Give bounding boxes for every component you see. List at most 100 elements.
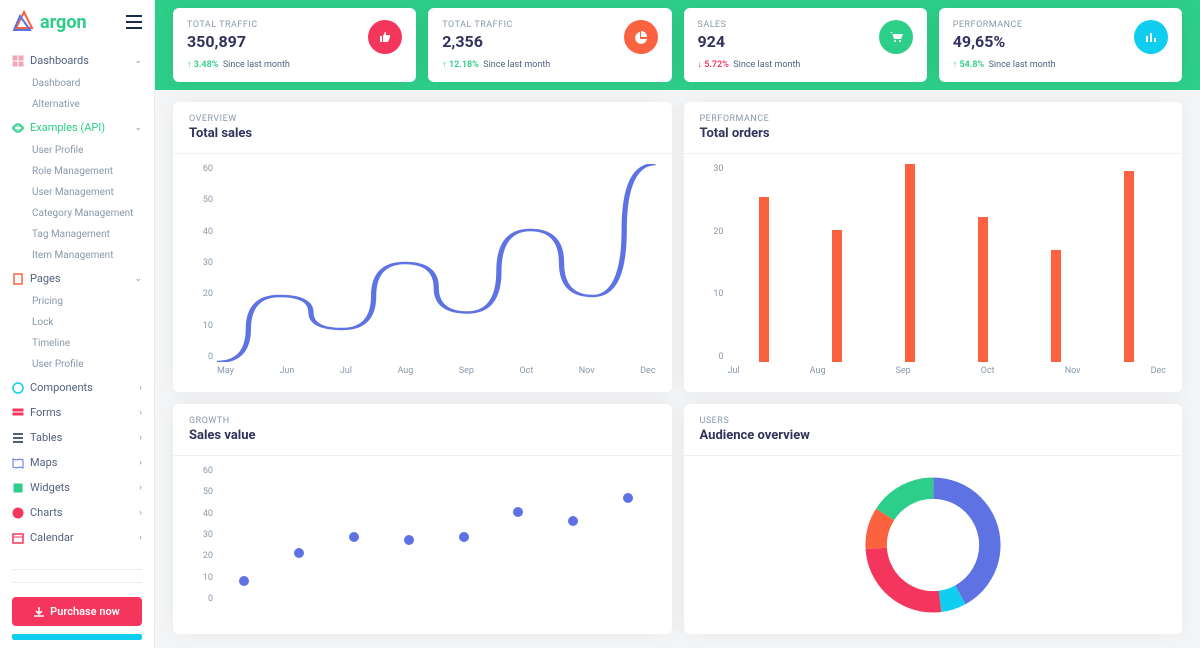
- nav-item-charts[interactable]: Charts›: [0, 500, 154, 525]
- card-header: GROWTH Sales value: [173, 404, 672, 456]
- card-header: USERS Audience overview: [684, 404, 1183, 456]
- x-tick: Oct: [519, 366, 533, 384]
- stat-title: PERFORMANCE: [953, 20, 1056, 30]
- nav-subitem[interactable]: Lock: [0, 312, 154, 333]
- nav-subitem[interactable]: Dashboard: [0, 73, 154, 94]
- stat-footer: ↑ 54.8% Since last month: [953, 59, 1056, 70]
- stat-title: SALES: [698, 20, 801, 30]
- nav-item-tables[interactable]: Tables ›: [0, 425, 154, 450]
- line-chart: 6050403020100 MayJunJulAugSepOctNovDec: [173, 154, 672, 392]
- scatter-dot: [623, 493, 633, 503]
- nav-item-maps[interactable]: Maps ›: [0, 450, 154, 475]
- nav-subitem[interactable]: User Management: [0, 182, 154, 203]
- stat-footer: ↑ 3.48% Since last month: [187, 59, 290, 70]
- nav-label: Maps: [30, 456, 133, 469]
- bars-icon: [1134, 20, 1168, 54]
- bar: [1124, 171, 1134, 362]
- nav-item-forms[interactable]: Forms ›: [0, 400, 154, 425]
- chevron-down-icon: ⌄: [134, 274, 142, 284]
- planet-icon: [12, 122, 24, 134]
- scatter-dot: [294, 548, 304, 558]
- nav-subitem[interactable]: Alternative: [0, 94, 154, 115]
- stat-pct: ↑ 3.48%: [187, 60, 218, 70]
- menu-toggle-icon[interactable]: [126, 15, 142, 29]
- bar: [978, 217, 988, 362]
- x-tick: Jul: [340, 366, 352, 384]
- chevron-right-icon: ›: [139, 458, 142, 468]
- nav-item-calendar[interactable]: Calendar›: [0, 525, 154, 550]
- forms-icon: [12, 407, 24, 419]
- nav-subitem[interactable]: Timeline: [0, 333, 154, 354]
- donut-slice: [876, 488, 990, 602]
- chevron-right-icon: ›: [139, 383, 142, 393]
- card-subtitle: PERFORMANCE: [700, 114, 1167, 124]
- stat-footer: ↓ 5.72% Since last month: [698, 59, 801, 70]
- sales-value-card: GROWTH Sales value 6050403020100: [173, 404, 672, 634]
- purchase-button[interactable]: Purchase now: [12, 597, 142, 626]
- chevron-right-icon: ›: [139, 533, 142, 543]
- y-tick: 10: [189, 573, 213, 583]
- card-subtitle: USERS: [700, 416, 1167, 426]
- nav-subitem[interactable]: Pricing: [0, 291, 154, 312]
- y-tick: 0: [189, 594, 213, 604]
- chevron-right-icon: ›: [139, 408, 142, 418]
- widgets-icon: [12, 482, 24, 494]
- nav-subitem[interactable]: Role Management: [0, 161, 154, 182]
- x-tick: Nov: [1065, 366, 1081, 384]
- nav-item-widgets[interactable]: Widgets ›: [0, 475, 154, 500]
- total-orders-card: PERFORMANCE Total orders 3020100 JulAugS…: [684, 102, 1183, 392]
- y-tick: 50: [189, 487, 213, 497]
- nav-subitem[interactable]: User Profile: [0, 140, 154, 161]
- scatter-dot: [349, 532, 359, 542]
- nav-label: Widgets: [30, 481, 133, 494]
- nav-item-dashboards[interactable]: Dashboards⌄: [0, 48, 154, 73]
- chevron-right-icon: ›: [139, 433, 142, 443]
- card-header: OVERVIEW Total sales: [173, 102, 672, 154]
- chevron-right-icon: ›: [139, 483, 142, 493]
- card-subtitle: OVERVIEW: [189, 114, 656, 124]
- y-tick: 40: [189, 509, 213, 519]
- y-tick: 10: [189, 321, 213, 331]
- nav-item-pages[interactable]: Pages ⌄: [0, 266, 154, 291]
- stat-card: SALES924↓ 5.72% Since last month: [684, 8, 927, 82]
- nav-subitem[interactable]: Item Management: [0, 245, 154, 266]
- y-tick: 0: [189, 352, 213, 362]
- components-icon: [12, 382, 24, 394]
- stat-title: TOTAL TRAFFIC: [187, 20, 290, 30]
- x-tick: Jul: [728, 366, 740, 384]
- brand-text: argon: [40, 12, 87, 33]
- y-tick: 60: [189, 164, 213, 174]
- calendar-icon: [12, 532, 24, 544]
- nav-label: Charts: [30, 506, 133, 519]
- x-tick: Aug: [397, 366, 413, 384]
- card-title: Sales value: [189, 428, 656, 443]
- nav-item-examples-api-[interactable]: Examples (API)⌄: [0, 115, 154, 140]
- bar-chart: 3020100 JulAugSepOctNovDec: [684, 154, 1183, 392]
- nav-subitem[interactable]: User Profile: [0, 354, 154, 375]
- x-tick: Jun: [279, 366, 294, 384]
- nav-label: Dashboards: [30, 54, 128, 67]
- stat-pct: ↓ 5.72%: [698, 60, 729, 70]
- stat-pct: ↑ 12.18%: [442, 60, 479, 70]
- scatter-dot: [513, 507, 523, 517]
- nav-item-components[interactable]: Components›: [0, 375, 154, 400]
- audience-overview-card: USERS Audience overview: [684, 404, 1183, 634]
- scatter-dot: [404, 535, 414, 545]
- main: TOTAL TRAFFIC350,897↑ 3.48% Since last m…: [155, 0, 1200, 648]
- x-tick: Dec: [1151, 366, 1166, 384]
- nav-label: Forms: [30, 406, 133, 419]
- nav-label: Tables: [30, 431, 133, 444]
- x-tick: Oct: [981, 366, 995, 384]
- nav-subitem[interactable]: Tag Management: [0, 224, 154, 245]
- nav-divider: [12, 582, 142, 583]
- card-title: Total orders: [700, 126, 1167, 141]
- nav-subitem[interactable]: Category Management: [0, 203, 154, 224]
- nav-label: Pages: [30, 272, 128, 285]
- total-sales-card: OVERVIEW Total sales 6050403020100 MayJu…: [173, 102, 672, 392]
- y-tick: 20: [189, 289, 213, 299]
- brand-logo[interactable]: argon: [12, 10, 87, 34]
- scatter-dot: [568, 516, 578, 526]
- stat-footer: ↑ 12.18% Since last month: [442, 59, 550, 70]
- x-tick: Sep: [459, 366, 474, 384]
- thumb-icon: [368, 20, 402, 54]
